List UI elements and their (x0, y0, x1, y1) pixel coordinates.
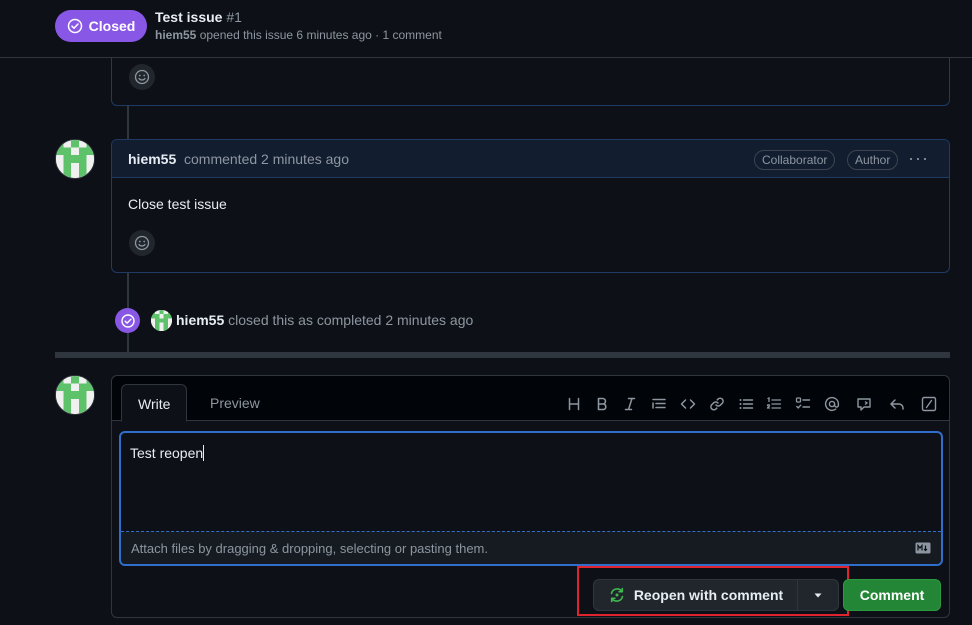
event-avatar[interactable] (151, 310, 172, 331)
issue-meta-text: opened this issue 6 minutes ago · 1 comm… (199, 28, 442, 42)
add-reaction-button[interactable] (129, 230, 155, 256)
state-badge: Closed (55, 10, 147, 42)
comment-timestamp[interactable]: commented 2 minutes ago (184, 151, 349, 167)
identicon-avatar (56, 376, 94, 414)
unordered-list-icon[interactable] (735, 393, 757, 415)
collaborator-badge: Collaborator (754, 150, 836, 170)
check-circle-icon (67, 18, 82, 34)
timeline-divider (55, 352, 950, 358)
comment-textarea[interactable]: Test reopen Attach files by dragging & d… (119, 431, 943, 566)
slash-commands-icon[interactable] (918, 393, 940, 415)
add-reaction-button[interactable] (129, 64, 155, 90)
textarea-text: Test reopen (130, 445, 204, 461)
issue-title[interactable]: Test issue #1 (155, 9, 242, 25)
comment-author[interactable]: hiem55 (128, 151, 176, 167)
avatar[interactable] (55, 375, 95, 415)
tab-write[interactable]: Write (121, 384, 188, 422)
issue-meta: hiem55 opened this issue 6 minutes ago ·… (155, 28, 442, 42)
comment-header: hiem55 commented 2 minutes ago Collabora… (112, 140, 949, 178)
mention-icon[interactable] (821, 393, 843, 415)
comment-textarea-value[interactable]: Test reopen (130, 445, 205, 461)
closed-event-badge (115, 308, 140, 333)
tab-preview[interactable]: Preview (194, 384, 276, 422)
smiley-icon (134, 235, 150, 251)
editor-tabbar: Write Preview (112, 376, 949, 422)
quote-icon[interactable] (648, 393, 670, 415)
issue-author-link[interactable]: hiem55 (155, 28, 196, 42)
link-icon[interactable] (706, 393, 728, 415)
more-options-icon[interactable]: ··· (908, 148, 929, 169)
bold-icon[interactable] (591, 393, 613, 415)
smiley-icon (134, 69, 150, 85)
avatar[interactable] (55, 139, 95, 179)
file-attachment-bar[interactable]: Attach files by dragging & dropping, sel… (121, 531, 941, 564)
reference-icon[interactable] (853, 393, 875, 415)
comment-body: Close test issue (128, 196, 227, 212)
author-badge: Author (847, 150, 899, 170)
state-label: Closed (88, 18, 136, 34)
italic-icon[interactable] (619, 393, 641, 415)
issue-number: #1 (226, 9, 242, 25)
saved-reply-icon[interactable] (886, 393, 908, 415)
sticky-issue-header: Closed Test issue #1 hiem55 opened this … (0, 0, 972, 58)
code-icon[interactable] (677, 393, 699, 415)
task-list-icon[interactable] (792, 393, 814, 415)
event-author[interactable]: hiem55 (176, 312, 224, 328)
comment-submit-button[interactable]: Comment (843, 579, 941, 611)
text-caret (203, 445, 205, 461)
attach-hint: Attach files by dragging & dropping, sel… (131, 541, 488, 556)
issue-title-text: Test issue (155, 9, 223, 25)
heading-icon[interactable] (563, 393, 585, 415)
ordered-list-icon[interactable] (763, 393, 785, 415)
event-text: hiem55 closed this as completed 2 minute… (176, 312, 473, 328)
highlight-annotation (577, 566, 849, 616)
markdown-icon[interactable] (915, 542, 931, 554)
check-circle-icon (120, 313, 135, 328)
comment-card: hiem55 commented 2 minutes ago Collabora… (111, 139, 950, 273)
identicon-avatar (151, 310, 172, 331)
identicon-avatar (56, 140, 94, 178)
event-description: closed this as completed 2 minutes ago (228, 312, 474, 328)
